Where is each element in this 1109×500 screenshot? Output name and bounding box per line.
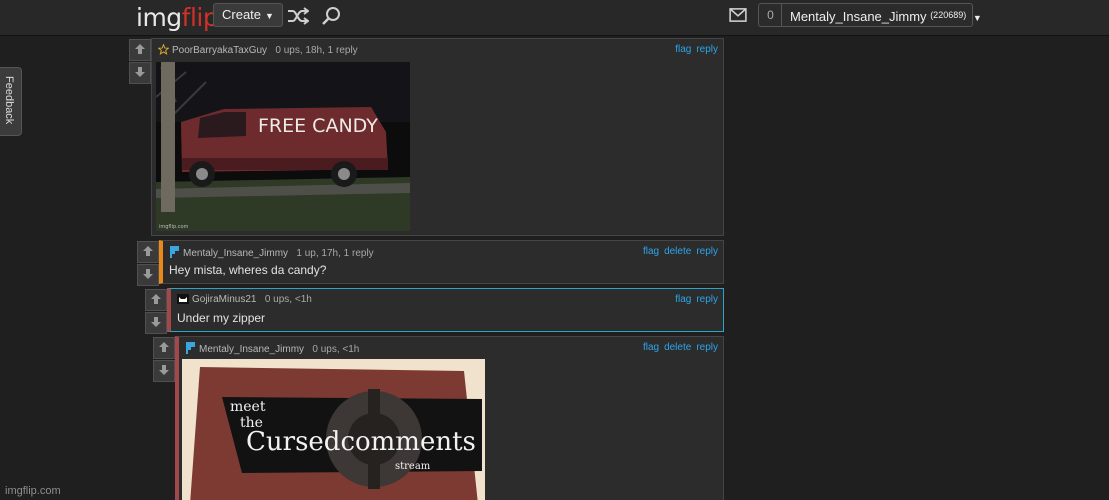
flag-link[interactable]: flag: [643, 246, 659, 257]
user-badge-icon: [186, 342, 195, 354]
vote-controls: [137, 241, 159, 287]
imgflip-logo[interactable]: imgflip: [136, 3, 219, 32]
comment-text: Hey mista, wheres da candy?: [169, 263, 327, 277]
top-navbar: imgflip Create ▼ 0 Mentaly_Insane_Jimmy (…: [0, 0, 1109, 36]
caret-down-icon: ▼: [265, 11, 274, 21]
comment-meta: GojiraMinus21 0 ups, <1h: [177, 294, 312, 305]
comment-stats: 1 up, 17h, 1 reply: [296, 248, 374, 259]
reply-link[interactable]: reply: [696, 294, 718, 305]
create-dropdown-button[interactable]: Create ▼: [213, 3, 283, 27]
image-text-cursedcomments: Cursedcomments: [246, 427, 476, 457]
upvote-button[interactable]: [153, 337, 175, 359]
comment-meta: Mentaly_Insane_Jimmy 1 up, 17h, 1 reply: [169, 246, 374, 259]
comment-username[interactable]: Mentaly_Insane_Jimmy: [199, 344, 304, 355]
reply-link[interactable]: reply: [696, 44, 718, 55]
caret-down-icon: ▼: [972, 13, 982, 23]
flag-link[interactable]: flag: [675, 294, 691, 305]
comment-stats: 0 ups, 18h, 1 reply: [275, 45, 358, 56]
imgflip-watermark: imgflip.com: [5, 485, 61, 497]
image-text-meet: meet: [230, 399, 266, 415]
downvote-button[interactable]: [137, 264, 159, 286]
comment: Mentaly_Insane_Jimmy 0 ups, <1h flag dele…: [175, 336, 724, 500]
comment-actions: flag delete reply: [638, 246, 718, 257]
reply-link[interactable]: reply: [696, 246, 718, 257]
downvote-button[interactable]: [153, 360, 175, 382]
van-graffiti-text: FREE CANDY: [258, 115, 378, 137]
star-icon: [158, 44, 169, 55]
upvote-button[interactable]: [145, 289, 167, 311]
comment-stats: 0 ups, <1h: [312, 344, 360, 355]
comment: PoorBarryakaTaxGuy 0 ups, 18h, 1 reply f…: [151, 38, 724, 236]
comment-actions: flag reply: [670, 44, 718, 55]
downvote-button[interactable]: [129, 62, 151, 84]
comment-username[interactable]: PoorBarryakaTaxGuy: [172, 45, 267, 56]
comment-actions: flag reply: [670, 294, 718, 305]
vote-controls: [129, 39, 151, 85]
mail-icon[interactable]: [729, 8, 747, 22]
search-icon[interactable]: [321, 6, 343, 26]
free-candy-van-image[interactable]: FREE CANDY imgflip.com: [156, 62, 410, 231]
reply-link[interactable]: reply: [696, 342, 718, 353]
vote-controls: [145, 289, 167, 335]
comment-username[interactable]: GojiraMinus21: [192, 294, 256, 305]
comment-username[interactable]: Mentaly_Insane_Jimmy: [183, 248, 288, 259]
shuffle-icon[interactable]: [287, 6, 309, 26]
upvote-button[interactable]: [137, 241, 159, 263]
upvote-button[interactable]: [129, 39, 151, 61]
comment-actions: flag delete reply: [638, 342, 718, 353]
flag-link[interactable]: flag: [643, 342, 659, 353]
flag-link[interactable]: flag: [675, 44, 691, 55]
comment: Mentaly_Insane_Jimmy 1 up, 17h, 1 reply …: [159, 240, 724, 284]
user-menu-button[interactable]: Mentaly_Insane_Jimmy (220689) ▼: [781, 3, 982, 27]
comment-meta: Mentaly_Insane_Jimmy 0 ups, <1h: [185, 342, 359, 355]
cat-avatar-icon: [177, 294, 189, 304]
user-badge-icon: [170, 246, 179, 258]
comment-meta: PoorBarryakaTaxGuy 0 ups, 18h, 1 reply: [158, 44, 358, 56]
delete-link[interactable]: delete: [664, 246, 691, 257]
feedback-tab[interactable]: Feedback: [0, 67, 22, 136]
vote-controls: [153, 337, 175, 383]
downvote-button[interactable]: [145, 312, 167, 334]
image-text-stream: stream: [395, 461, 431, 472]
delete-link[interactable]: delete: [664, 342, 691, 353]
comment-text: Under my zipper: [177, 311, 266, 325]
meet-the-cursedcomments-image[interactable]: meet the Cursedcomments stream: [182, 359, 485, 500]
comment: GojiraMinus21 0 ups, <1h flag reply Under…: [167, 288, 724, 332]
comment-stats: 0 ups, <1h: [264, 294, 312, 305]
notification-count[interactable]: 0: [758, 3, 782, 27]
image-watermark: imgflip.com: [159, 224, 189, 230]
